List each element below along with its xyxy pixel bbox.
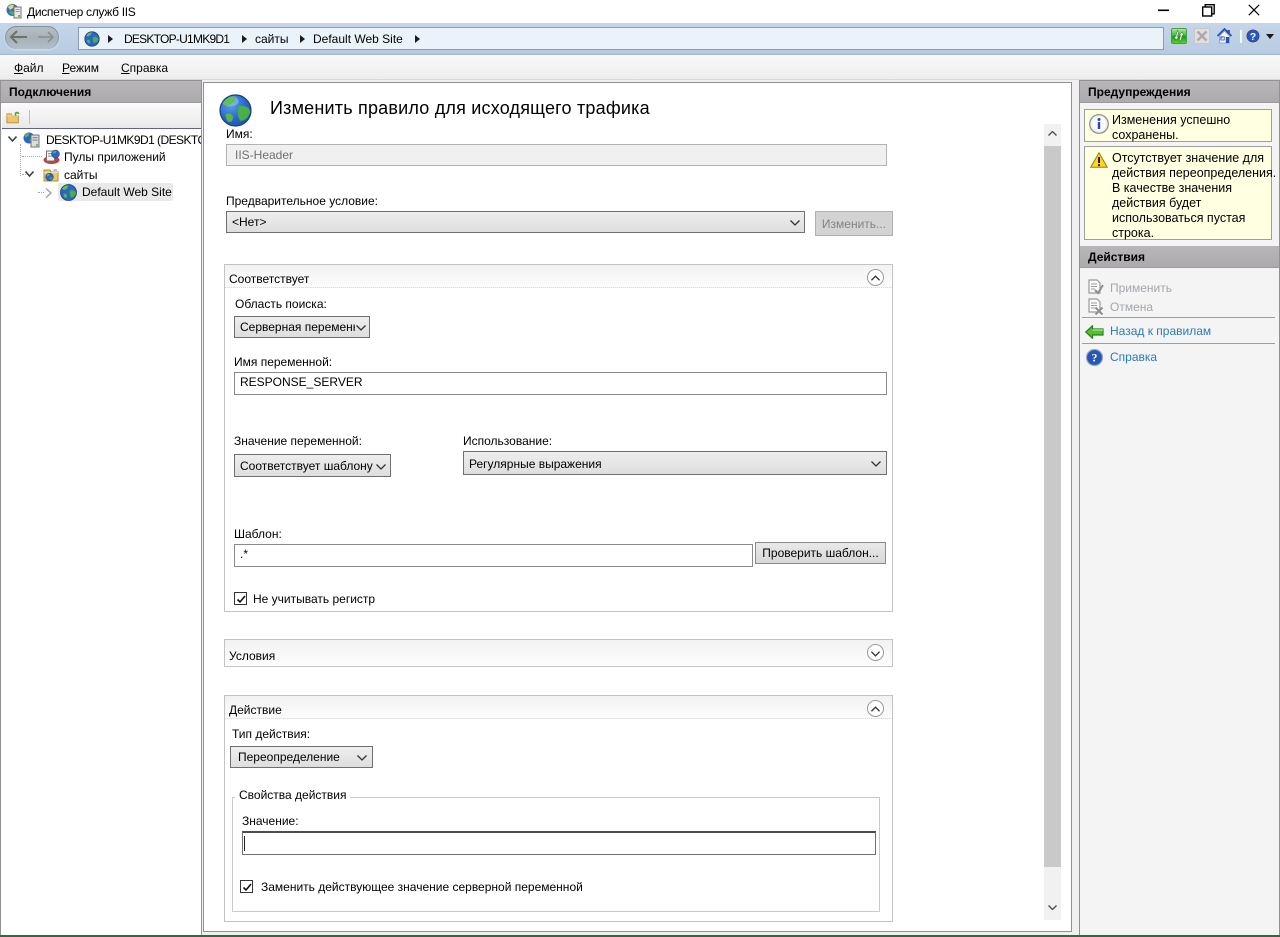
svg-text:?: ? (1250, 31, 1256, 43)
svg-text:?: ? (1092, 353, 1098, 365)
